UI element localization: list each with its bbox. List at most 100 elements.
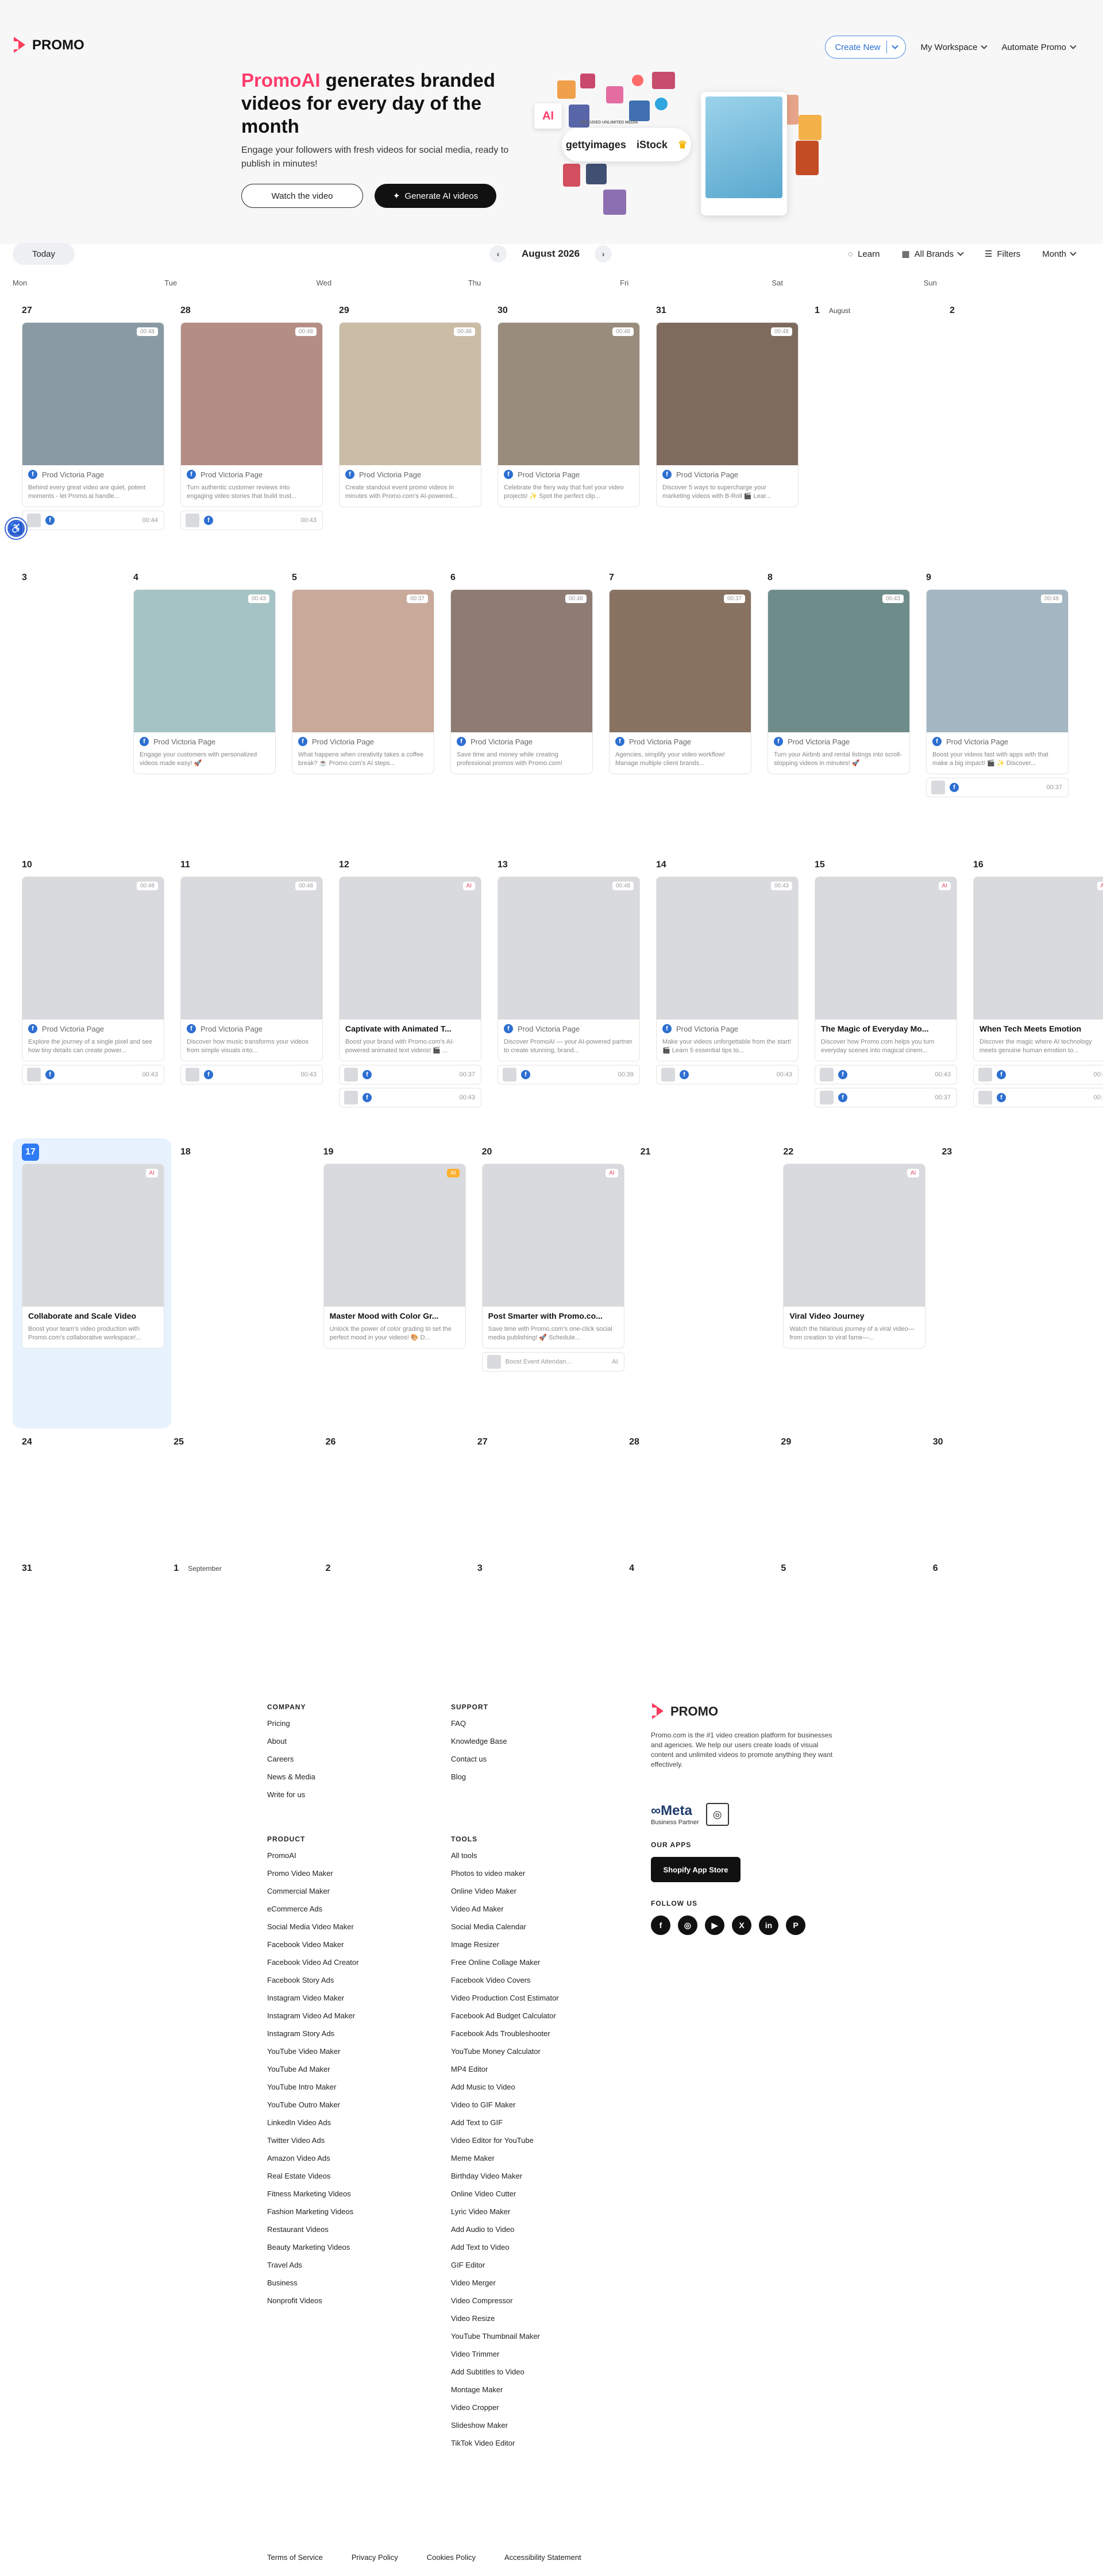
- scheduled-post-mini[interactable]: f 00:34: [973, 1088, 1103, 1107]
- day-cell[interactable]: 30: [924, 1428, 1075, 1555]
- footer-link[interactable]: FAQ: [451, 1719, 507, 1737]
- video-post-card[interactable]: 00:48 f Prod Victoria Page Celebrate the fi…: [497, 322, 640, 507]
- day-cell[interactable]: 14 00:43 f Prod Victoria Page Make your vide…: [647, 851, 805, 1138]
- day-cell[interactable]: 6 00:48 f Prod Victoria Page Save time and m…: [441, 564, 600, 851]
- watch-video-button[interactable]: Watch the video: [241, 184, 363, 208]
- scheduled-post-mini[interactable]: f 00:43: [180, 1065, 323, 1084]
- footer-link[interactable]: Careers: [267, 1755, 315, 1772]
- footer-link[interactable]: Blog: [451, 1772, 507, 1790]
- prev-month-icon[interactable]: ‹: [489, 245, 507, 262]
- footer-link[interactable]: Facebook Video Covers: [451, 1976, 559, 1994]
- generate-ai-videos-button[interactable]: ✦ Generate AI videos: [375, 184, 496, 208]
- legal-link[interactable]: Cookies Policy: [427, 2553, 476, 2562]
- day-cell[interactable]: 9 00:48 f Prod Victoria Page Boost your vide…: [917, 564, 1075, 851]
- scheduled-post-mini[interactable]: f 00:43: [339, 1088, 481, 1107]
- day-cell[interactable]: 30 00:48 f Prod Victoria Page Celebrate the …: [488, 297, 647, 564]
- day-cell[interactable]: 5: [772, 1555, 923, 1681]
- video-post-card[interactable]: AI Master Mood with Color Gr... Unlock the…: [323, 1164, 466, 1349]
- brands-dropdown[interactable]: ▦ All Brands: [901, 249, 964, 259]
- day-cell[interactable]: 4 00:43 f Prod Victoria Page Engage your cus…: [124, 564, 283, 851]
- footer-link[interactable]: Slideshow Maker: [451, 2421, 559, 2439]
- video-post-card[interactable]: AI Captivate with Animated T... Boost your…: [339, 876, 481, 1061]
- footer-link[interactable]: MP4 Editor: [451, 2065, 559, 2083]
- x-icon[interactable]: X: [732, 1915, 751, 1935]
- video-thumbnail[interactable]: 00:37: [610, 590, 751, 732]
- footer-link[interactable]: LinkedIn Video Ads: [267, 2118, 358, 2136]
- create-new-button[interactable]: Create New: [825, 36, 906, 59]
- footer-link[interactable]: Contact us: [451, 1755, 507, 1772]
- footer-link[interactable]: Video Merger: [451, 2278, 559, 2296]
- legal-link[interactable]: Privacy Policy: [352, 2553, 398, 2562]
- video-post-card[interactable]: 00:43 f Prod Victoria Page Make your videos…: [656, 876, 799, 1061]
- accessibility-icon[interactable]: ♿: [6, 518, 26, 539]
- promo-logo[interactable]: PROMO: [13, 37, 84, 54]
- footer-link[interactable]: TikTok Video Editor: [451, 2439, 559, 2457]
- footer-link[interactable]: Fitness Marketing Videos: [267, 2189, 358, 2207]
- video-thumbnail[interactable]: 00:43: [134, 590, 275, 732]
- scheduled-post-mini[interactable]: f 00:43: [22, 1065, 164, 1084]
- footer-logo[interactable]: PROMO: [651, 1703, 840, 1720]
- video-post-card[interactable]: 00:37 f Prod Victoria Page What happens whe…: [292, 589, 434, 774]
- video-post-card[interactable]: 00:48 f Prod Victoria Page Turn authentic c…: [180, 322, 323, 507]
- day-cell[interactable]: 8 00:43 f Prod Victoria Page Turn your Airbn…: [758, 564, 917, 851]
- footer-link[interactable]: Lyric Video Maker: [451, 2207, 559, 2225]
- legal-link[interactable]: Terms of Service: [267, 2553, 323, 2562]
- footer-link[interactable]: Pricing: [267, 1719, 315, 1737]
- footer-link[interactable]: Restaurant Videos: [267, 2225, 358, 2243]
- video-thumbnail[interactable]: 00:43: [657, 877, 798, 1019]
- day-cell[interactable]: 2: [940, 297, 1075, 564]
- scheduled-post-mini[interactable]: f 00:43: [180, 511, 323, 530]
- video-post-card[interactable]: 00:48 f Prod Victoria Page Create standout …: [339, 322, 481, 507]
- footer-link[interactable]: Online Video Maker: [451, 1887, 559, 1905]
- footer-link[interactable]: Video Production Cost Estimator: [451, 1994, 559, 2011]
- day-cell[interactable]: 5 00:37 f Prod Victoria Page What happens wh…: [283, 564, 441, 851]
- video-post-card[interactable]: AI Post Smarter with Promo.co... Save time…: [481, 1164, 624, 1349]
- video-post-card[interactable]: AI When Tech Meets Emotion Discover the ma…: [973, 876, 1103, 1061]
- footer-link[interactable]: About: [267, 1737, 315, 1755]
- footer-link[interactable]: Instagram Story Ads: [267, 2029, 358, 2047]
- day-cell[interactable]: 25: [164, 1428, 316, 1555]
- day-cell[interactable]: 7 00:37 f Prod Victoria Page Agencies, simpl…: [600, 564, 758, 851]
- shopify-app-store-button[interactable]: Shopify App Store: [651, 1857, 741, 1882]
- video-thumbnail[interactable]: 00:48: [498, 877, 639, 1019]
- video-post-card[interactable]: 00:43 f Prod Victoria Page Engage your cust…: [133, 589, 276, 774]
- chevron-down-icon[interactable]: [891, 43, 898, 49]
- pinterest-icon[interactable]: P: [786, 1915, 805, 1935]
- footer-link[interactable]: Real Estate Videos: [267, 2172, 358, 2189]
- footer-link[interactable]: Video Resize: [451, 2314, 559, 2332]
- day-cell[interactable]: 2: [317, 1555, 468, 1681]
- video-thumbnail[interactable]: AI: [482, 1164, 624, 1307]
- footer-link[interactable]: Business: [267, 2278, 358, 2296]
- footer-link[interactable]: Facebook Video Maker: [267, 1940, 358, 1958]
- footer-link[interactable]: Video Compressor: [451, 2296, 559, 2314]
- video-thumbnail[interactable]: 00:48: [22, 323, 164, 465]
- footer-link[interactable]: PromoAI: [267, 1851, 358, 1869]
- footer-link[interactable]: Travel Ads: [267, 2261, 358, 2278]
- video-thumbnail[interactable]: AI: [22, 1164, 164, 1307]
- learn-button[interactable]: ◌ Learn: [848, 249, 880, 259]
- scheduled-post-mini[interactable]: f 00:37: [926, 778, 1069, 797]
- footer-link[interactable]: YouTube Thumbnail Maker: [451, 2332, 559, 2350]
- video-post-card[interactable]: 00:37 f Prod Victoria Page Agencies, simpli…: [609, 589, 751, 774]
- day-cell[interactable]: 27: [468, 1428, 620, 1555]
- footer-link[interactable]: Social Media Calendar: [451, 1922, 559, 1940]
- video-post-card[interactable]: 00:43 f Prod Victoria Page Turn your Airbnb…: [768, 589, 910, 774]
- video-thumbnail[interactable]: AI: [815, 877, 957, 1019]
- day-cell[interactable]: 23: [932, 1138, 1075, 1428]
- day-cell[interactable]: 31: [13, 1555, 164, 1681]
- footer-link[interactable]: eCommerce Ads: [267, 1905, 358, 1922]
- video-thumbnail[interactable]: AI: [784, 1164, 925, 1307]
- footer-link[interactable]: YouTube Money Calculator: [451, 2047, 559, 2065]
- video-thumbnail[interactable]: AI: [340, 877, 481, 1019]
- video-post-card[interactable]: AI Viral Video Journey Watch the hilarious…: [783, 1164, 926, 1349]
- day-cell[interactable]: 17 AI Collaborate and Scale Video Boost you…: [13, 1138, 171, 1428]
- footer-link[interactable]: GIF Editor: [451, 2261, 559, 2278]
- scheduled-post-mini[interactable]: f 00:43: [973, 1065, 1103, 1084]
- footer-link[interactable]: Online Video Cutter: [451, 2189, 559, 2207]
- day-cell[interactable]: 31 00:48 f Prod Victoria Page Discover 5 way…: [647, 297, 805, 564]
- footer-link[interactable]: Facebook Video Ad Creator: [267, 1958, 358, 1976]
- filters-button[interactable]: ☰ Filters: [985, 249, 1020, 260]
- scheduled-post-mini[interactable]: f 00:43: [656, 1065, 799, 1084]
- day-cell[interactable]: 1 August: [805, 297, 940, 564]
- footer-link[interactable]: Add Audio to Video: [451, 2225, 559, 2243]
